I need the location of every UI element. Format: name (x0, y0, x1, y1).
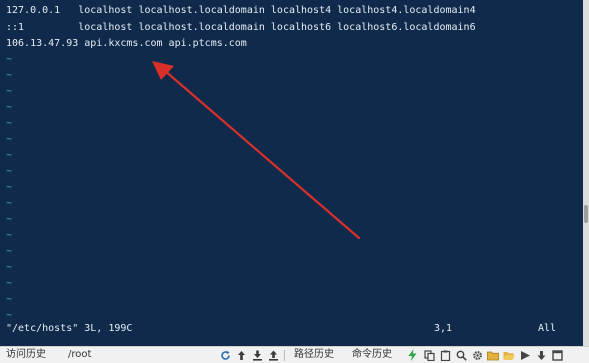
hosts-line-2: ::1 localhost localhost.localdomain loca… (6, 22, 476, 33)
empty-line-marker: ~ (6, 214, 13, 225)
download-icon[interactable] (251, 349, 263, 361)
folder-open-icon[interactable] (503, 349, 515, 361)
empty-line-marker: ~ (6, 86, 13, 97)
folder-icon[interactable] (487, 349, 499, 361)
vertical-scrollbar[interactable] (583, 0, 589, 346)
empty-line-marker: ~ (6, 198, 13, 209)
empty-line-marker: ~ (6, 294, 13, 305)
refresh-icon[interactable] (219, 349, 231, 361)
maximize-icon[interactable] (551, 349, 563, 361)
terminal-window[interactable]: 127.0.0.1 localhost localhost.localdomai… (0, 0, 583, 346)
upload-alt-icon[interactable] (267, 349, 279, 361)
empty-line-marker: ~ (6, 230, 13, 241)
empty-line-marker: ~ (6, 70, 13, 81)
vim-cursor-position: 3,1 (434, 323, 453, 334)
empty-line-marker: ~ (6, 134, 13, 145)
empty-line-marker: ~ (6, 246, 13, 257)
scrollbar-thumb[interactable] (584, 205, 588, 223)
empty-line-marker: ~ (6, 118, 13, 129)
path-history-button[interactable]: 路径历史 (294, 349, 334, 361)
current-path[interactable]: /root (68, 349, 91, 361)
empty-line-marker: ~ (6, 310, 13, 321)
command-history-button[interactable]: 命令历史 (352, 349, 392, 361)
vim-file-info: "/etc/hosts" 3L, 199C (6, 323, 133, 334)
empty-line-marker: ~ (6, 182, 13, 193)
empty-line-marker: ~ (6, 166, 13, 177)
history-button[interactable]: 访问历史 (6, 349, 46, 361)
bottom-toolbar: 访问历史 /root 路径历史 命令历史 (0, 346, 589, 363)
vim-scroll-indicator: All (538, 323, 557, 334)
clipboard-icon[interactable] (439, 349, 451, 361)
gear-icon[interactable] (471, 349, 483, 361)
download-arrow-icon[interactable] (535, 349, 547, 361)
search-icon[interactable] (455, 349, 467, 361)
lightning-icon[interactable] (406, 349, 418, 361)
empty-line-marker: ~ (6, 102, 13, 113)
send-icon[interactable] (519, 349, 531, 361)
upload-icon[interactable] (235, 349, 247, 361)
empty-line-marker: ~ (6, 54, 13, 65)
hosts-line-3: 106.13.47.93 api.kxcms.com api.ptcms.com (6, 38, 247, 49)
toolbar-separator (284, 350, 285, 361)
empty-line-marker: ~ (6, 262, 13, 273)
copy-icon[interactable] (423, 349, 435, 361)
empty-line-marker: ~ (6, 278, 13, 289)
hosts-line-1: 127.0.0.1 localhost localhost.localdomai… (6, 5, 476, 16)
empty-line-marker: ~ (6, 150, 13, 161)
